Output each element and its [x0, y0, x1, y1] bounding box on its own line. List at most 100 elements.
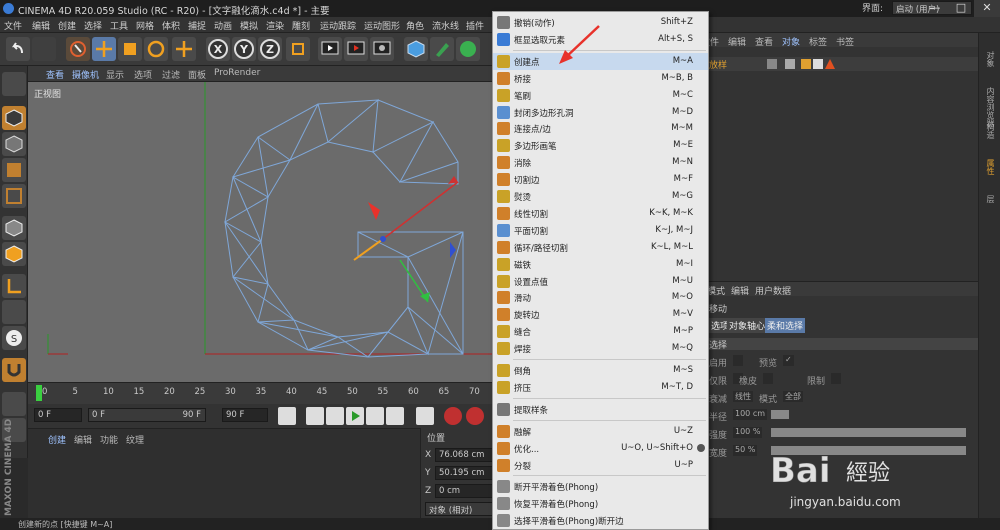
attribute-value[interactable]: 全部: [783, 391, 803, 402]
cube-icon[interactable]: [404, 37, 428, 61]
attribute-value[interactable]: 50 %: [733, 445, 758, 456]
pen-icon[interactable]: [430, 37, 454, 61]
viewport-menu-item[interactable]: ProRender: [214, 68, 260, 78]
move-icon[interactable]: [92, 37, 116, 61]
menu-item[interactable]: 编辑: [32, 19, 50, 32]
menu-item-14[interactable]: 循环/路径切割 K~L, M~L: [493, 239, 708, 256]
menu-item-13[interactable]: 平面切割 K~J, M~J: [493, 222, 708, 239]
material-menu-item[interactable]: 创建: [48, 433, 66, 446]
coord-y-field[interactable]: 50.195 cm: [435, 466, 493, 480]
next-key-button[interactable]: [386, 407, 404, 425]
object-menu-item[interactable]: 标签: [809, 35, 827, 48]
coord-z-field[interactable]: 0 cm: [435, 484, 493, 498]
menu-item[interactable]: 流水线: [432, 19, 459, 32]
polygons-mode-icon[interactable]: [2, 242, 26, 266]
right-strip-tab[interactable]: 属性: [985, 159, 996, 175]
play-button[interactable]: [346, 407, 364, 425]
attribute-subtab[interactable]: 对象轴心: [727, 318, 768, 333]
close-button[interactable]: ✕: [974, 0, 1000, 17]
menu-item-5[interactable]: 笔刷 M~C: [493, 87, 708, 104]
attribute-value[interactable]: [733, 355, 743, 366]
right-strip-tab[interactable]: 层: [985, 195, 996, 203]
magnet-icon[interactable]: [2, 358, 26, 382]
menu-item[interactable]: 文件: [4, 19, 22, 32]
points-mode-icon[interactable]: [2, 184, 26, 208]
rotate-icon[interactable]: [144, 37, 168, 61]
coord-x-field[interactable]: 76.068 cm: [435, 448, 493, 462]
goto-start-button[interactable]: [278, 407, 296, 425]
menu-item[interactable]: 角色: [406, 19, 424, 32]
right-strip-tab[interactable]: 构造: [985, 123, 996, 139]
menu-item-33[interactable]: 选择平滑着色(Phong)断开边: [493, 512, 708, 529]
snap-icon[interactable]: S: [2, 326, 26, 350]
menu-item-19[interactable]: 缝合 M~P: [493, 323, 708, 340]
menu-item-11[interactable]: 熨烫 M~G: [493, 188, 708, 205]
object-menu-item[interactable]: 编辑: [728, 35, 746, 48]
object-menu-item[interactable]: 对象: [782, 35, 800, 48]
menu-item[interactable]: 渲染: [266, 19, 284, 32]
viewport-menu-item[interactable]: 选项: [134, 68, 152, 81]
maximize-button[interactable]: □: [948, 0, 974, 17]
tweak-mode-icon[interactable]: [2, 300, 26, 324]
material-menu-item[interactable]: 编辑: [74, 433, 92, 446]
menu-item-4[interactable]: 桥接 M~B, B: [493, 70, 708, 87]
minimize-button[interactable]: —: [922, 0, 948, 17]
menu-item[interactable]: 模拟: [240, 19, 258, 32]
attribute-value[interactable]: 线性: [733, 391, 753, 402]
menu-item-29[interactable]: 分裂 U~P: [493, 457, 708, 474]
subdivision-icon[interactable]: [456, 37, 480, 61]
render-settings-icon[interactable]: [370, 37, 394, 61]
enable-axis-icon[interactable]: [2, 274, 26, 298]
menu-item-31[interactable]: 断开平滑着色(Phong): [493, 478, 708, 495]
menu-item[interactable]: 选择: [84, 19, 102, 32]
menu-item-16[interactable]: 设置点值 M~U: [493, 273, 708, 290]
prev-frame-button[interactable]: [326, 407, 344, 425]
menu-item-17[interactable]: 滑动 M~O: [493, 289, 708, 306]
frame-range-slider[interactable]: 0 F 90 F: [88, 408, 206, 422]
attribute-menu-item[interactable]: 模式: [707, 284, 725, 297]
viewport-menu-item[interactable]: 过滤: [162, 68, 180, 81]
right-strip-tab[interactable]: 内容浏览器: [985, 87, 996, 127]
viewport-menu-item[interactable]: 摄像机: [72, 68, 99, 81]
menu-item-12[interactable]: 线性切割 K~K, M~K: [493, 205, 708, 222]
recent-tool-icon[interactable]: [172, 37, 196, 61]
end-frame-field[interactable]: 90 F: [222, 408, 268, 422]
attribute-value[interactable]: 100 %: [733, 427, 763, 438]
object-menu-item[interactable]: 查看: [755, 35, 773, 48]
menu-item-20[interactable]: 焊接 M~Q: [493, 340, 708, 357]
menu-item[interactable]: 运动跟踪: [320, 19, 356, 32]
menu-item-10[interactable]: 切割边 M~F: [493, 171, 708, 188]
attribute-value[interactable]: [763, 373, 773, 384]
menu-item-7[interactable]: 连接点/边 M~M: [493, 120, 708, 137]
attribute-slider[interactable]: [771, 428, 966, 437]
gear-icon[interactable]: [697, 443, 705, 452]
viewport-menu-item[interactable]: 查看: [46, 68, 64, 81]
viewport[interactable]: [28, 82, 493, 382]
menu-item[interactable]: 运动图形: [364, 19, 400, 32]
coord-mode-select[interactable]: 对象 (相对): [425, 502, 493, 516]
coordinate-system-icon[interactable]: [286, 37, 310, 61]
menu-item[interactable]: 捕捉: [188, 19, 206, 32]
attribute-menu-item[interactable]: 编辑: [731, 284, 749, 297]
scale-icon[interactable]: [118, 37, 142, 61]
visibility-icon[interactable]: [767, 59, 777, 69]
menu-item-23[interactable]: 挤压 M~T, D: [493, 379, 708, 396]
start-frame-field[interactable]: 0 F: [34, 408, 82, 422]
live-select-icon[interactable]: [66, 37, 90, 61]
y-axis-lock-icon[interactable]: Y: [232, 37, 256, 61]
x-axis-lock-icon[interactable]: X: [206, 37, 230, 61]
attribute-value[interactable]: 100 cm: [733, 409, 768, 420]
edges-mode-icon[interactable]: [2, 216, 26, 240]
timeline-ruler[interactable]: 0 5 10 15 20 25 30 35 40 45 50 55 60 65 70: [28, 382, 493, 404]
viewport-menu-item[interactable]: 显示: [106, 68, 124, 81]
lock-workplane-icon[interactable]: [2, 392, 26, 416]
render-view-icon[interactable]: [318, 37, 342, 61]
menu-item[interactable]: 网格: [136, 19, 154, 32]
redo-icon[interactable]: [32, 37, 56, 61]
right-strip-tab[interactable]: 对象: [985, 51, 996, 67]
menu-item[interactable]: 创建: [58, 19, 76, 32]
attribute-menu-item[interactable]: 用户数据: [755, 284, 791, 297]
object-menu-item[interactable]: 书签: [836, 35, 854, 48]
workplane-icon[interactable]: [2, 158, 26, 182]
attribute-subtab[interactable]: 柔和选择: [765, 318, 806, 333]
